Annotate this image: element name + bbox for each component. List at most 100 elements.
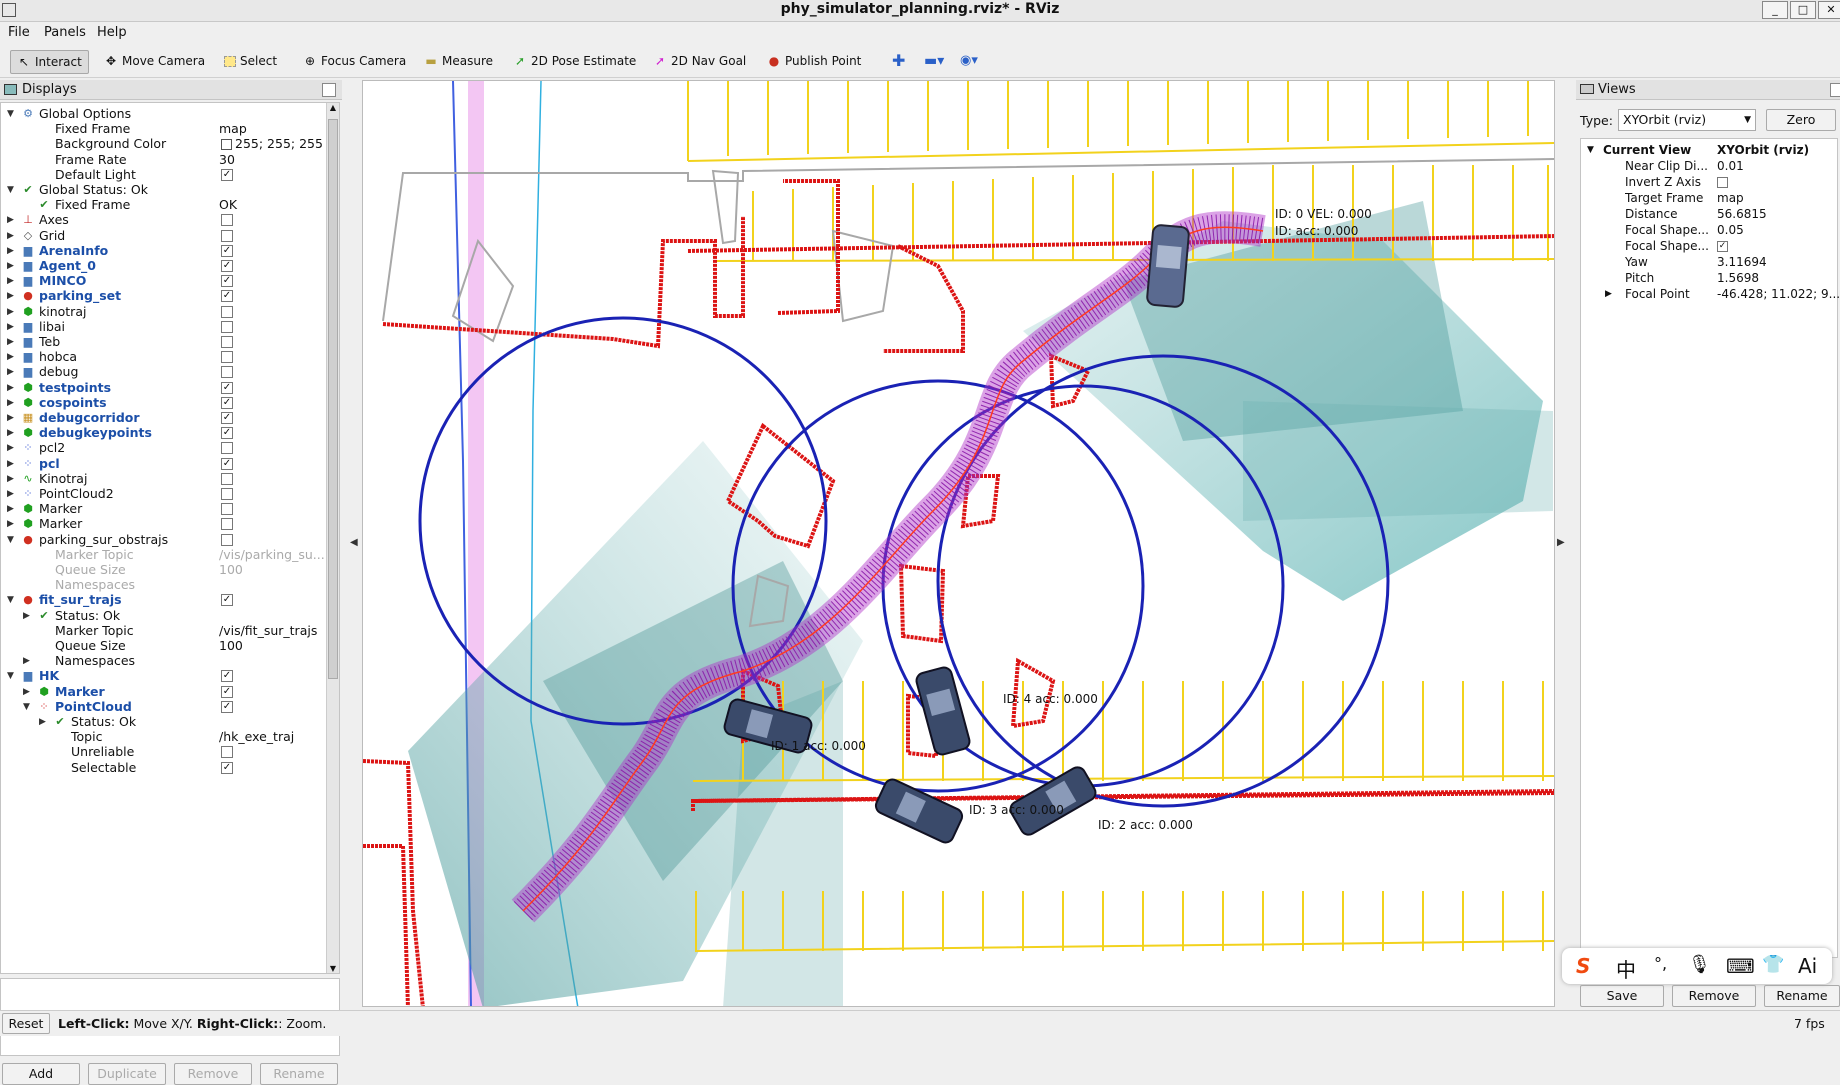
window-title: phy_simulator_planning.rviz* - RViz bbox=[780, 1, 1060, 17]
camera-type-icon[interactable]: ◉▾ bbox=[954, 50, 984, 74]
menu-panels[interactable]: Panels bbox=[44, 25, 86, 40]
display-checkbox[interactable]: ✓ bbox=[221, 260, 233, 272]
punctuation-icon[interactable]: °, bbox=[1654, 954, 1667, 973]
display-checkbox[interactable] bbox=[221, 746, 233, 759]
view-property-value[interactable]: 56.6815 bbox=[1717, 207, 1767, 222]
view-property-row[interactable]: Focal Shape... 0.05 bbox=[1581, 223, 1839, 238]
view-property-row[interactable]: Invert Z Axis bbox=[1581, 175, 1839, 190]
display-checkbox[interactable]: ✓ bbox=[221, 290, 233, 303]
display-checkbox[interactable]: ✓ bbox=[221, 457, 233, 470]
duplicate-button[interactable]: Duplicate bbox=[88, 1063, 166, 1085]
display-checkbox[interactable] bbox=[221, 336, 233, 348]
scrollbar-up-icon[interactable]: ▲ bbox=[327, 103, 339, 112]
publish-point-tool[interactable]: ● Publish Point bbox=[761, 50, 867, 74]
skin-icon[interactable]: 👕 bbox=[1762, 954, 1784, 975]
display-checkbox[interactable] bbox=[221, 503, 233, 516]
close-icon[interactable]: ✕ bbox=[1818, 1, 1840, 19]
rename-button[interactable]: Rename bbox=[260, 1063, 338, 1085]
view-type-select[interactable]: XYOrbit (rviz) ▼ bbox=[1618, 109, 1756, 131]
focus-camera-tool[interactable]: ⊕ Focus Camera bbox=[297, 50, 412, 74]
remove-tool-icon[interactable]: ▬▾ bbox=[918, 50, 950, 74]
display-checkbox[interactable] bbox=[221, 366, 233, 379]
reset-button[interactable]: Reset bbox=[2, 1013, 50, 1034]
display-checkbox[interactable]: ✓ bbox=[221, 427, 233, 440]
sogou-logo-icon[interactable]: S bbox=[1576, 954, 1590, 978]
display-checkbox[interactable]: ✓ bbox=[221, 168, 233, 181]
collapse-left-icon[interactable]: ◀ bbox=[350, 537, 358, 548]
view-property-value[interactable]: 1.5698 bbox=[1717, 271, 1759, 286]
undock-icon[interactable] bbox=[1830, 83, 1840, 97]
display-checkbox[interactable]: ✓ bbox=[221, 412, 233, 424]
view-property-row[interactable]: Yaw 3.11694 bbox=[1581, 255, 1839, 270]
view-property-row[interactable]: Near Clip Di... 0.01 bbox=[1581, 159, 1839, 174]
display-row[interactable]: Selectable ✓ bbox=[1, 759, 327, 777]
label-vehicle-4: ID: 4 acc: 0.000 bbox=[1003, 692, 1098, 706]
keyboard-icon[interactable]: ⌨ bbox=[1726, 954, 1755, 978]
view-property-row[interactable]: Target Frame map bbox=[1581, 191, 1839, 206]
displays-tree[interactable]: ▼ ⚙ Global Options Fixed Frame map Background… bbox=[0, 102, 340, 974]
nav-goal-tool[interactable]: ➚ 2D Nav Goal bbox=[647, 50, 752, 74]
display-checkbox[interactable] bbox=[221, 320, 233, 333]
chinese-mode-icon[interactable]: 中 bbox=[1616, 954, 1636, 983]
minimize-icon[interactable]: _ bbox=[1762, 1, 1788, 19]
undock-icon[interactable] bbox=[322, 83, 336, 97]
tree-scrollbar[interactable]: ▲ ▼ bbox=[326, 103, 339, 973]
move-camera-tool[interactable]: ✥ Move Camera bbox=[98, 50, 211, 74]
view-property-value[interactable]: map bbox=[1717, 191, 1744, 206]
current-view-row[interactable]: ▼ Current View XYOrbit (rviz) bbox=[1581, 143, 1839, 158]
display-checkbox[interactable]: ✓ bbox=[221, 670, 233, 683]
rename-view-button[interactable]: Rename bbox=[1764, 985, 1840, 1007]
display-checkbox[interactable]: ✓ bbox=[221, 275, 233, 288]
pose-estimate-tool[interactable]: ➚ 2D Pose Estimate bbox=[507, 50, 642, 74]
remove-view-button[interactable]: Remove bbox=[1672, 985, 1756, 1007]
display-checkbox[interactable] bbox=[221, 229, 233, 242]
display-checkbox[interactable]: ✓ bbox=[221, 396, 233, 409]
display-checkbox[interactable] bbox=[221, 305, 233, 318]
menu-help[interactable]: Help bbox=[97, 25, 127, 40]
interact-tool[interactable]: ↖ Interact bbox=[10, 50, 89, 74]
view-property-value[interactable]: 0.05 bbox=[1717, 223, 1744, 238]
scrollbar-thumb[interactable] bbox=[328, 119, 338, 679]
views-properties[interactable]: ▼ Current View XYOrbit (rviz) Near Clip … bbox=[1580, 138, 1840, 958]
green-arrow-icon: ➚ bbox=[514, 54, 526, 68]
display-checkbox[interactable]: ✓ bbox=[221, 761, 233, 774]
view-property-checkbox[interactable]: ✓ bbox=[1717, 241, 1728, 252]
view-property-row[interactable]: Distance 56.6815 bbox=[1581, 207, 1839, 222]
collapse-right-icon[interactable]: ▶ bbox=[1557, 537, 1565, 548]
expand-arrow-icon[interactable]: ▶ bbox=[1605, 287, 1612, 302]
display-checkbox[interactable] bbox=[221, 472, 233, 485]
view-property-row[interactable]: Pitch 1.5698 bbox=[1581, 271, 1839, 286]
display-checkbox[interactable]: ✓ bbox=[221, 244, 233, 257]
display-checkbox[interactable] bbox=[221, 214, 233, 227]
add-tool-icon[interactable]: ✚ bbox=[886, 50, 911, 74]
measure-tool[interactable]: ▬ Measure bbox=[418, 50, 499, 74]
display-checkbox[interactable] bbox=[221, 518, 233, 531]
view-property-checkbox[interactable] bbox=[1717, 177, 1728, 188]
view-property-value[interactable]: 0.01 bbox=[1717, 159, 1744, 174]
display-checkbox[interactable]: ✓ bbox=[221, 381, 233, 394]
microphone-icon[interactable]: 🎙 bbox=[1688, 954, 1711, 975]
render-viewport[interactable]: ID: 0 VEL: 0.000 ID: acc: 0.000 ID: 4 ac… bbox=[362, 80, 1555, 1007]
display-checkbox[interactable]: ✓ bbox=[221, 700, 233, 713]
display-checkbox[interactable]: ✓ bbox=[221, 685, 233, 698]
menu-file[interactable]: File bbox=[8, 25, 30, 40]
expand-arrow-icon[interactable]: ▼ bbox=[1587, 143, 1594, 158]
display-checkbox[interactable] bbox=[221, 442, 233, 455]
view-property-row[interactable]: ▶ Focal Point -46.428; 11.022; 9.... bbox=[1581, 287, 1840, 302]
save-view-button[interactable]: Save bbox=[1580, 985, 1664, 1007]
maximize-icon[interactable]: □ bbox=[1790, 1, 1816, 19]
zero-button[interactable]: Zero bbox=[1766, 109, 1836, 131]
display-checkbox[interactable] bbox=[221, 488, 233, 500]
ai-icon[interactable]: Ai bbox=[1798, 954, 1817, 978]
scrollbar-down-icon[interactable]: ▼ bbox=[327, 964, 339, 973]
add-button[interactable]: Add bbox=[2, 1063, 80, 1085]
remove-button[interactable]: Remove bbox=[174, 1063, 252, 1085]
view-property-row[interactable]: Focal Shape... ✓ bbox=[1581, 239, 1839, 254]
view-property-value[interactable]: -46.428; 11.022; 9.... bbox=[1717, 287, 1840, 302]
display-checkbox[interactable] bbox=[221, 351, 233, 364]
view-property-value[interactable]: 3.11694 bbox=[1717, 255, 1767, 270]
cursor-icon: ↖ bbox=[18, 55, 30, 69]
select-tool[interactable]: Select bbox=[218, 50, 283, 74]
display-checkbox[interactable]: ✓ bbox=[221, 594, 233, 607]
display-checkbox[interactable] bbox=[221, 533, 233, 546]
